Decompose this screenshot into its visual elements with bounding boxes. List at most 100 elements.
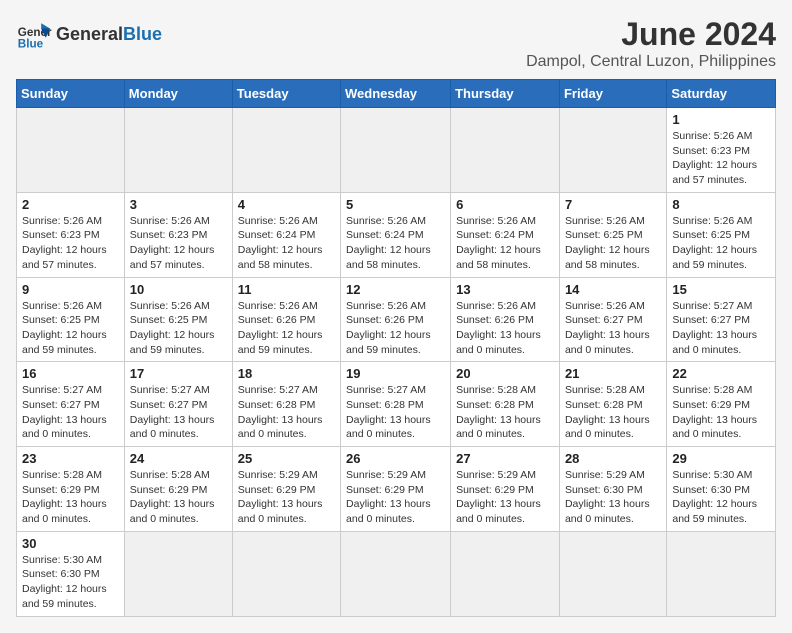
calendar-week-row: 16Sunrise: 5:27 AM Sunset: 6:27 PM Dayli…: [17, 362, 776, 447]
calendar-week-row: 9 Sunrise: 5:26 AM Sunset: 6:25 PM Daylig…: [17, 277, 776, 362]
day-number: 30: [22, 536, 119, 551]
calendar-day-cell: 14 Sunrise: 5:26 AM Sunset: 6:27 PM Dayli…: [559, 277, 666, 362]
calendar-day-cell: 21 Sunrise: 5:28 AM Sunset: 6:28 PM Dayli…: [559, 362, 666, 447]
calendar-day-cell: 3Sunrise: 5:26 AM Sunset: 6:23 PM Daylig…: [124, 192, 232, 277]
calendar-day-cell: [124, 108, 232, 193]
day-info: Sunrise: 5:26 AM Sunset: 6:24 PM Dayligh…: [346, 214, 445, 273]
weekday-header-row: SundayMondayTuesdayWednesdayThursdayFrid…: [17, 80, 776, 108]
calendar-week-row: 2 Sunrise: 5:26 AM Sunset: 6:23 PM Daylig…: [17, 192, 776, 277]
day-number: 8: [672, 197, 770, 212]
day-info: Sunrise: 5:26 AM Sunset: 6:23 PM Dayligh…: [130, 214, 227, 273]
calendar-day-cell: [559, 531, 666, 616]
calendar-day-cell: 8 Sunrise: 5:26 AM Sunset: 6:25 PM Daylig…: [667, 192, 776, 277]
day-info: Sunrise: 5:26 AM Sunset: 6:23 PM Dayligh…: [22, 214, 119, 273]
calendar-day-cell: [341, 531, 451, 616]
calendar-day-cell: 27Sunrise: 5:29 AM Sunset: 6:29 PM Dayli…: [451, 447, 560, 532]
calendar-day-cell: 29 Sunrise: 5:30 AM Sunset: 6:30 PM Dayli…: [667, 447, 776, 532]
day-number: 20: [456, 366, 554, 381]
day-number: 29: [672, 451, 770, 466]
calendar-day-cell: 19 Sunrise: 5:27 AM Sunset: 6:28 PM Dayli…: [341, 362, 451, 447]
day-info: Sunrise: 5:28 AM Sunset: 6:29 PM Dayligh…: [672, 383, 770, 442]
calendar-table: SundayMondayTuesdayWednesdayThursdayFrid…: [16, 79, 776, 617]
day-number: 19: [346, 366, 445, 381]
calendar-day-cell: [559, 108, 666, 193]
day-number: 27: [456, 451, 554, 466]
calendar-day-cell: 28 Sunrise: 5:29 AM Sunset: 6:30 PM Dayli…: [559, 447, 666, 532]
day-info: Sunrise: 5:27 AM Sunset: 6:28 PM Dayligh…: [238, 383, 335, 442]
calendar-week-row: 1Sunrise: 5:26 AM Sunset: 6:23 PM Daylig…: [17, 108, 776, 193]
day-number: 23: [22, 451, 119, 466]
calendar-day-cell: 2 Sunrise: 5:26 AM Sunset: 6:23 PM Daylig…: [17, 192, 125, 277]
day-info: Sunrise: 5:26 AM Sunset: 6:23 PM Dayligh…: [672, 129, 770, 188]
day-info: Sunrise: 5:28 AM Sunset: 6:29 PM Dayligh…: [22, 468, 119, 527]
weekday-header-thursday: Thursday: [451, 80, 560, 108]
logo-icon: General Blue: [16, 16, 52, 52]
calendar-day-cell: 24Sunrise: 5:28 AM Sunset: 6:29 PM Dayli…: [124, 447, 232, 532]
location-subtitle: Dampol, Central Luzon, Philippines: [526, 53, 776, 71]
day-number: 4: [238, 197, 335, 212]
calendar-day-cell: 12 Sunrise: 5:26 AM Sunset: 6:26 PM Dayli…: [341, 277, 451, 362]
day-number: 18: [238, 366, 335, 381]
logo-text: GeneralBlue: [56, 24, 162, 45]
logo: General Blue GeneralBlue: [16, 16, 162, 52]
day-info: Sunrise: 5:30 AM Sunset: 6:30 PM Dayligh…: [22, 553, 119, 612]
day-info: Sunrise: 5:26 AM Sunset: 6:24 PM Dayligh…: [456, 214, 554, 273]
svg-text:Blue: Blue: [18, 38, 44, 51]
calendar-day-cell: 9 Sunrise: 5:26 AM Sunset: 6:25 PM Daylig…: [17, 277, 125, 362]
calendar-day-cell: 30 Sunrise: 5:30 AM Sunset: 6:30 PM Dayli…: [17, 531, 125, 616]
day-number: 2: [22, 197, 119, 212]
calendar-week-row: 23 Sunrise: 5:28 AM Sunset: 6:29 PM Dayli…: [17, 447, 776, 532]
day-info: Sunrise: 5:26 AM Sunset: 6:27 PM Dayligh…: [565, 299, 661, 358]
calendar-day-cell: [341, 108, 451, 193]
day-info: Sunrise: 5:30 AM Sunset: 6:30 PM Dayligh…: [672, 468, 770, 527]
calendar-day-cell: [17, 108, 125, 193]
day-info: Sunrise: 5:27 AM Sunset: 6:27 PM Dayligh…: [672, 299, 770, 358]
day-info: Sunrise: 5:26 AM Sunset: 6:25 PM Dayligh…: [672, 214, 770, 273]
day-info: Sunrise: 5:26 AM Sunset: 6:25 PM Dayligh…: [22, 299, 119, 358]
weekday-header-monday: Monday: [124, 80, 232, 108]
day-number: 11: [238, 282, 335, 297]
day-info: Sunrise: 5:29 AM Sunset: 6:30 PM Dayligh…: [565, 468, 661, 527]
calendar-day-cell: [232, 531, 340, 616]
day-info: Sunrise: 5:26 AM Sunset: 6:26 PM Dayligh…: [346, 299, 445, 358]
day-info: Sunrise: 5:27 AM Sunset: 6:28 PM Dayligh…: [346, 383, 445, 442]
day-info: Sunrise: 5:26 AM Sunset: 6:25 PM Dayligh…: [130, 299, 227, 358]
calendar-day-cell: 4 Sunrise: 5:26 AM Sunset: 6:24 PM Daylig…: [232, 192, 340, 277]
day-number: 14: [565, 282, 661, 297]
calendar-day-cell: [232, 108, 340, 193]
day-number: 22: [672, 366, 770, 381]
day-number: 9: [22, 282, 119, 297]
weekday-header-friday: Friday: [559, 80, 666, 108]
weekday-header-tuesday: Tuesday: [232, 80, 340, 108]
calendar-day-cell: 26Sunrise: 5:29 AM Sunset: 6:29 PM Dayli…: [341, 447, 451, 532]
calendar-day-cell: 7Sunrise: 5:26 AM Sunset: 6:25 PM Daylig…: [559, 192, 666, 277]
day-number: 12: [346, 282, 445, 297]
calendar-day-cell: 10 Sunrise: 5:26 AM Sunset: 6:25 PM Dayli…: [124, 277, 232, 362]
calendar-day-cell: 16Sunrise: 5:27 AM Sunset: 6:27 PM Dayli…: [17, 362, 125, 447]
header-section: General Blue GeneralBlue June 2024 Dampo…: [16, 16, 776, 71]
calendar-day-cell: 5 Sunrise: 5:26 AM Sunset: 6:24 PM Daylig…: [341, 192, 451, 277]
day-number: 5: [346, 197, 445, 212]
day-number: 28: [565, 451, 661, 466]
title-block: June 2024 Dampol, Central Luzon, Philipp…: [526, 16, 776, 71]
day-number: 15: [672, 282, 770, 297]
day-info: Sunrise: 5:26 AM Sunset: 6:26 PM Dayligh…: [456, 299, 554, 358]
day-number: 7: [565, 197, 661, 212]
calendar-day-cell: 6Sunrise: 5:26 AM Sunset: 6:24 PM Daylig…: [451, 192, 560, 277]
day-number: 21: [565, 366, 661, 381]
weekday-header-wednesday: Wednesday: [341, 80, 451, 108]
day-info: Sunrise: 5:28 AM Sunset: 6:28 PM Dayligh…: [565, 383, 661, 442]
day-info: Sunrise: 5:26 AM Sunset: 6:24 PM Dayligh…: [238, 214, 335, 273]
day-number: 10: [130, 282, 227, 297]
calendar-day-cell: 25Sunrise: 5:29 AM Sunset: 6:29 PM Dayli…: [232, 447, 340, 532]
day-number: 13: [456, 282, 554, 297]
calendar-day-cell: [124, 531, 232, 616]
day-info: Sunrise: 5:27 AM Sunset: 6:27 PM Dayligh…: [130, 383, 227, 442]
calendar-week-row: 30 Sunrise: 5:30 AM Sunset: 6:30 PM Dayli…: [17, 531, 776, 616]
day-info: Sunrise: 5:29 AM Sunset: 6:29 PM Dayligh…: [346, 468, 445, 527]
calendar-day-cell: 18 Sunrise: 5:27 AM Sunset: 6:28 PM Dayli…: [232, 362, 340, 447]
day-info: Sunrise: 5:27 AM Sunset: 6:27 PM Dayligh…: [22, 383, 119, 442]
calendar-day-cell: 23 Sunrise: 5:28 AM Sunset: 6:29 PM Dayli…: [17, 447, 125, 532]
calendar-day-cell: 11Sunrise: 5:26 AM Sunset: 6:26 PM Dayli…: [232, 277, 340, 362]
weekday-header-saturday: Saturday: [667, 80, 776, 108]
